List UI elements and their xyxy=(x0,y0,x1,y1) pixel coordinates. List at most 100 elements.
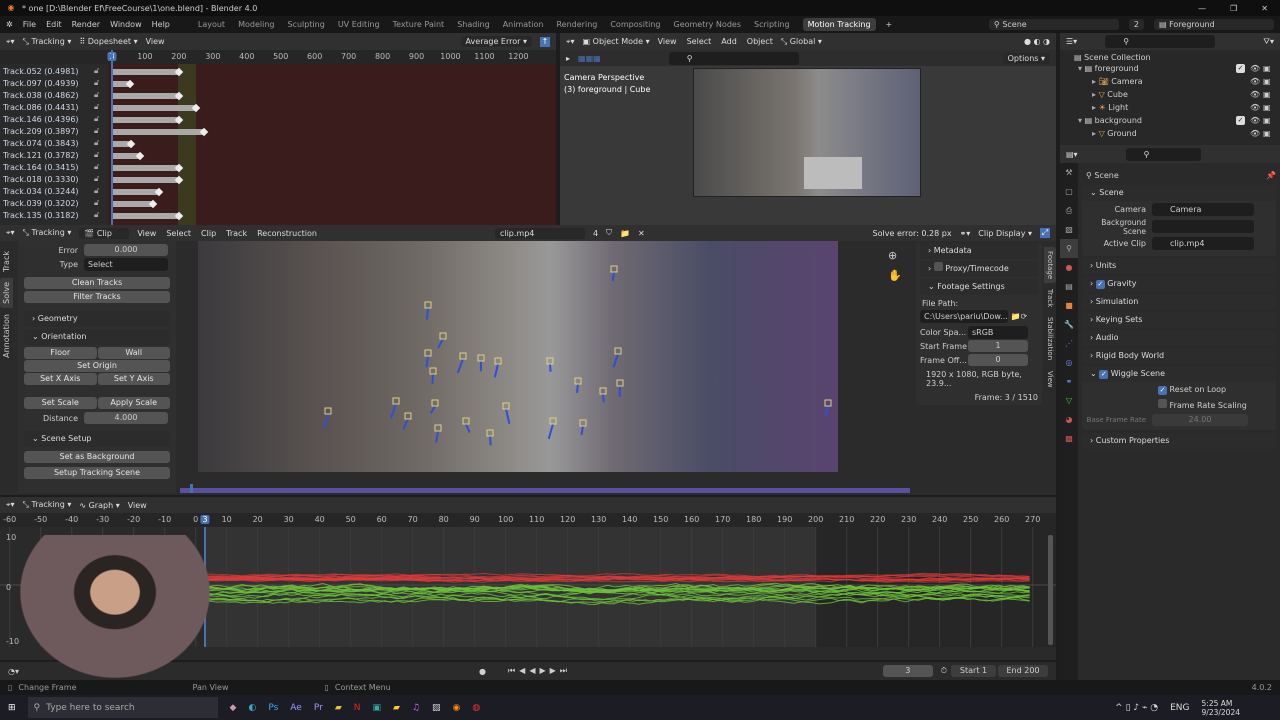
panel-simulation[interactable]: › Simulation xyxy=(1082,294,1276,310)
visibility-eye-icon[interactable]: 👁︎ xyxy=(1250,62,1260,75)
clip-selector[interactable]: clip.mp4 xyxy=(494,227,585,239)
workspace-tab[interactable]: Sculpting xyxy=(287,20,324,29)
track-segment[interactable] xyxy=(112,189,159,195)
workspace-tab[interactable]: Layout xyxy=(198,20,225,29)
menu-track[interactable]: Track xyxy=(226,229,247,238)
photoshop-icon[interactable]: Ps xyxy=(268,703,278,713)
panel-rigid-body-world[interactable]: › Rigid Body World xyxy=(1082,348,1276,364)
menu-reconstruction[interactable]: Reconstruction xyxy=(257,229,317,238)
physics-tab-icon[interactable]: ◎ xyxy=(1060,353,1078,372)
frame-offset-field[interactable]: 0 xyxy=(968,354,1028,366)
tracking-marker[interactable] xyxy=(502,402,510,410)
lock-icon[interactable]: 🔓︎ xyxy=(94,78,99,88)
track-row[interactable]: Track.038 (0.4862) 🔓︎ xyxy=(0,90,556,102)
track-row[interactable]: Track.052 (0.4981) 🔓︎ xyxy=(0,66,556,78)
visibility-eye-icon[interactable]: 👁︎ xyxy=(1250,127,1260,140)
outliner-search-input[interactable]: ⚲ xyxy=(1105,35,1216,48)
tab-stabilization[interactable]: Stabilization xyxy=(1044,313,1056,365)
copilot-icon[interactable]: ◆ xyxy=(230,703,237,713)
playback-controls[interactable]: ⏮◀◀▶▶⏭ xyxy=(508,666,571,676)
gizmo-icon[interactable]: ⤢ xyxy=(1040,228,1050,238)
view-menu[interactable]: View xyxy=(128,501,147,510)
render-tab-icon[interactable]: ▢ xyxy=(1060,182,1078,201)
menu-object[interactable]: Object xyxy=(747,37,773,46)
collection-tab-icon[interactable]: ▤ xyxy=(1060,277,1078,296)
panel-units[interactable]: › Units xyxy=(1082,258,1276,274)
tracking-marker[interactable] xyxy=(616,379,624,387)
pivot-icon[interactable]: ⚭▾ xyxy=(960,229,971,238)
set-origin-button[interactable]: Set Origin xyxy=(24,360,170,372)
outliner-item[interactable]: ▸ 📷︎ Camera 👁︎ ▣ xyxy=(1060,75,1280,88)
footage-frame[interactable] xyxy=(198,241,838,472)
exclude-checkbox[interactable]: ✓ xyxy=(1236,64,1245,73)
lock-icon[interactable]: 🔓︎ xyxy=(94,114,99,124)
clean-tracks-button[interactable]: Clean Tracks xyxy=(24,277,170,289)
tracking-marker[interactable] xyxy=(477,354,485,362)
material-tab-icon[interactable]: ◕ xyxy=(1060,410,1078,429)
geometry-header[interactable]: › Geometry xyxy=(24,311,170,327)
workspace-tab[interactable]: Compositing xyxy=(610,20,660,29)
3d-viewport[interactable]: ⌖▾ ▣ Object Mode ▾ View Select Add Object ⤡… xyxy=(560,33,1056,225)
menu-window[interactable]: Window xyxy=(110,20,142,29)
type-dropdown[interactable]: Select xyxy=(84,257,168,271)
menu-file[interactable]: File xyxy=(23,20,36,29)
set-x-axis-button[interactable]: Set X Axis xyxy=(24,373,97,385)
background-scene-field[interactable] xyxy=(1152,220,1254,233)
open-clip-icon[interactable]: 📁 xyxy=(620,229,630,238)
visibility-eye-icon[interactable]: 👁︎ xyxy=(1250,88,1260,101)
tracking-marker[interactable] xyxy=(549,417,557,425)
view-layer-selector[interactable]: ▤ Foreground xyxy=(1154,19,1274,30)
workspace-tab[interactable]: Scripting xyxy=(754,20,790,29)
record-button[interactable]: ● xyxy=(479,667,486,676)
lock-icon[interactable]: 🔓︎ xyxy=(94,174,99,184)
view-type-dropdown[interactable]: ∿ Graph ▾ xyxy=(79,501,119,510)
lock-icon[interactable]: 🔓︎ xyxy=(94,102,99,112)
menu-view[interactable]: View xyxy=(658,37,677,46)
sort-dropdown[interactable]: Average Error ▾ xyxy=(460,36,532,47)
tracking-markers[interactable] xyxy=(198,241,838,472)
constraints-tab-icon[interactable]: ⚭ xyxy=(1060,372,1078,391)
workspace-tab[interactable]: Rendering xyxy=(556,20,597,29)
editor-type-icon[interactable]: ▤▾ xyxy=(1066,150,1078,159)
scene-setup-header[interactable]: ⌄ Scene Setup xyxy=(24,431,170,447)
track-segment[interactable] xyxy=(112,69,179,75)
track-segment[interactable] xyxy=(112,117,179,123)
active-clip-field[interactable]: clip.mp4 xyxy=(1152,237,1254,250)
workspace-tab[interactable]: Shading xyxy=(457,20,490,29)
footage-settings-header[interactable]: ⌄ Footage Settings xyxy=(920,279,1038,295)
panel-audio[interactable]: › Audio xyxy=(1082,330,1276,346)
outliner-item[interactable]: ▾ ▤ foreground ✓ 👁︎ ▣ xyxy=(1060,62,1280,75)
editor-type-icon[interactable]: ◔▾ xyxy=(8,667,19,676)
blender-menu-icon[interactable]: ✲ xyxy=(6,20,13,29)
clip-display-dropdown[interactable]: Clip Display ▾ xyxy=(978,229,1032,238)
track-row[interactable]: Track.034 (0.3244) 🔓︎ xyxy=(0,186,556,198)
clip-frame-indicator[interactable] xyxy=(190,484,193,493)
lock-icon[interactable]: 🔓︎ xyxy=(94,186,99,196)
wiggle-checkbox[interactable]: ✓ xyxy=(1099,370,1109,379)
modifier-tab-icon[interactable]: 🔧 xyxy=(1060,315,1078,334)
tracking-marker[interactable] xyxy=(824,399,832,407)
filter-search-input[interactable]: ⚲ xyxy=(668,51,799,65)
gravity-checkbox[interactable]: ✓ xyxy=(1095,280,1105,289)
menu-help[interactable]: Help xyxy=(152,20,170,29)
zoom-icon[interactable]: ⊕ xyxy=(888,249,897,262)
menu-select[interactable]: Select xyxy=(687,37,712,46)
tracking-marker[interactable] xyxy=(610,265,618,273)
start-frame-field[interactable]: 1 xyxy=(968,340,1028,352)
start-frame-field[interactable]: Start 1 xyxy=(951,665,996,677)
tracking-marker[interactable] xyxy=(579,419,587,427)
tab-solve[interactable]: Solve xyxy=(0,277,13,308)
tracking-marker[interactable] xyxy=(424,349,432,357)
error-field[interactable]: 0.000 xyxy=(84,244,168,256)
workspace-tab[interactable]: Texture Paint xyxy=(393,20,445,29)
tracking-marker[interactable] xyxy=(324,407,332,415)
browse-folder-icon[interactable]: 📁 xyxy=(1008,312,1021,321)
tracking-marker[interactable] xyxy=(574,377,582,385)
apply-scale-button[interactable]: Apply Scale xyxy=(97,397,170,409)
lock-icon[interactable]: 🔓︎ xyxy=(94,126,99,136)
workspace-tab[interactable]: Animation xyxy=(503,20,544,29)
reset-on-loop-row[interactable]: ✓ Reset on Loop xyxy=(1082,382,1276,395)
track-row[interactable]: Track.121 (0.3782) 🔓︎ xyxy=(0,150,556,162)
render-camera-icon[interactable]: ▣ xyxy=(1263,88,1271,101)
edge-icon[interactable]: ◐ xyxy=(248,703,256,713)
